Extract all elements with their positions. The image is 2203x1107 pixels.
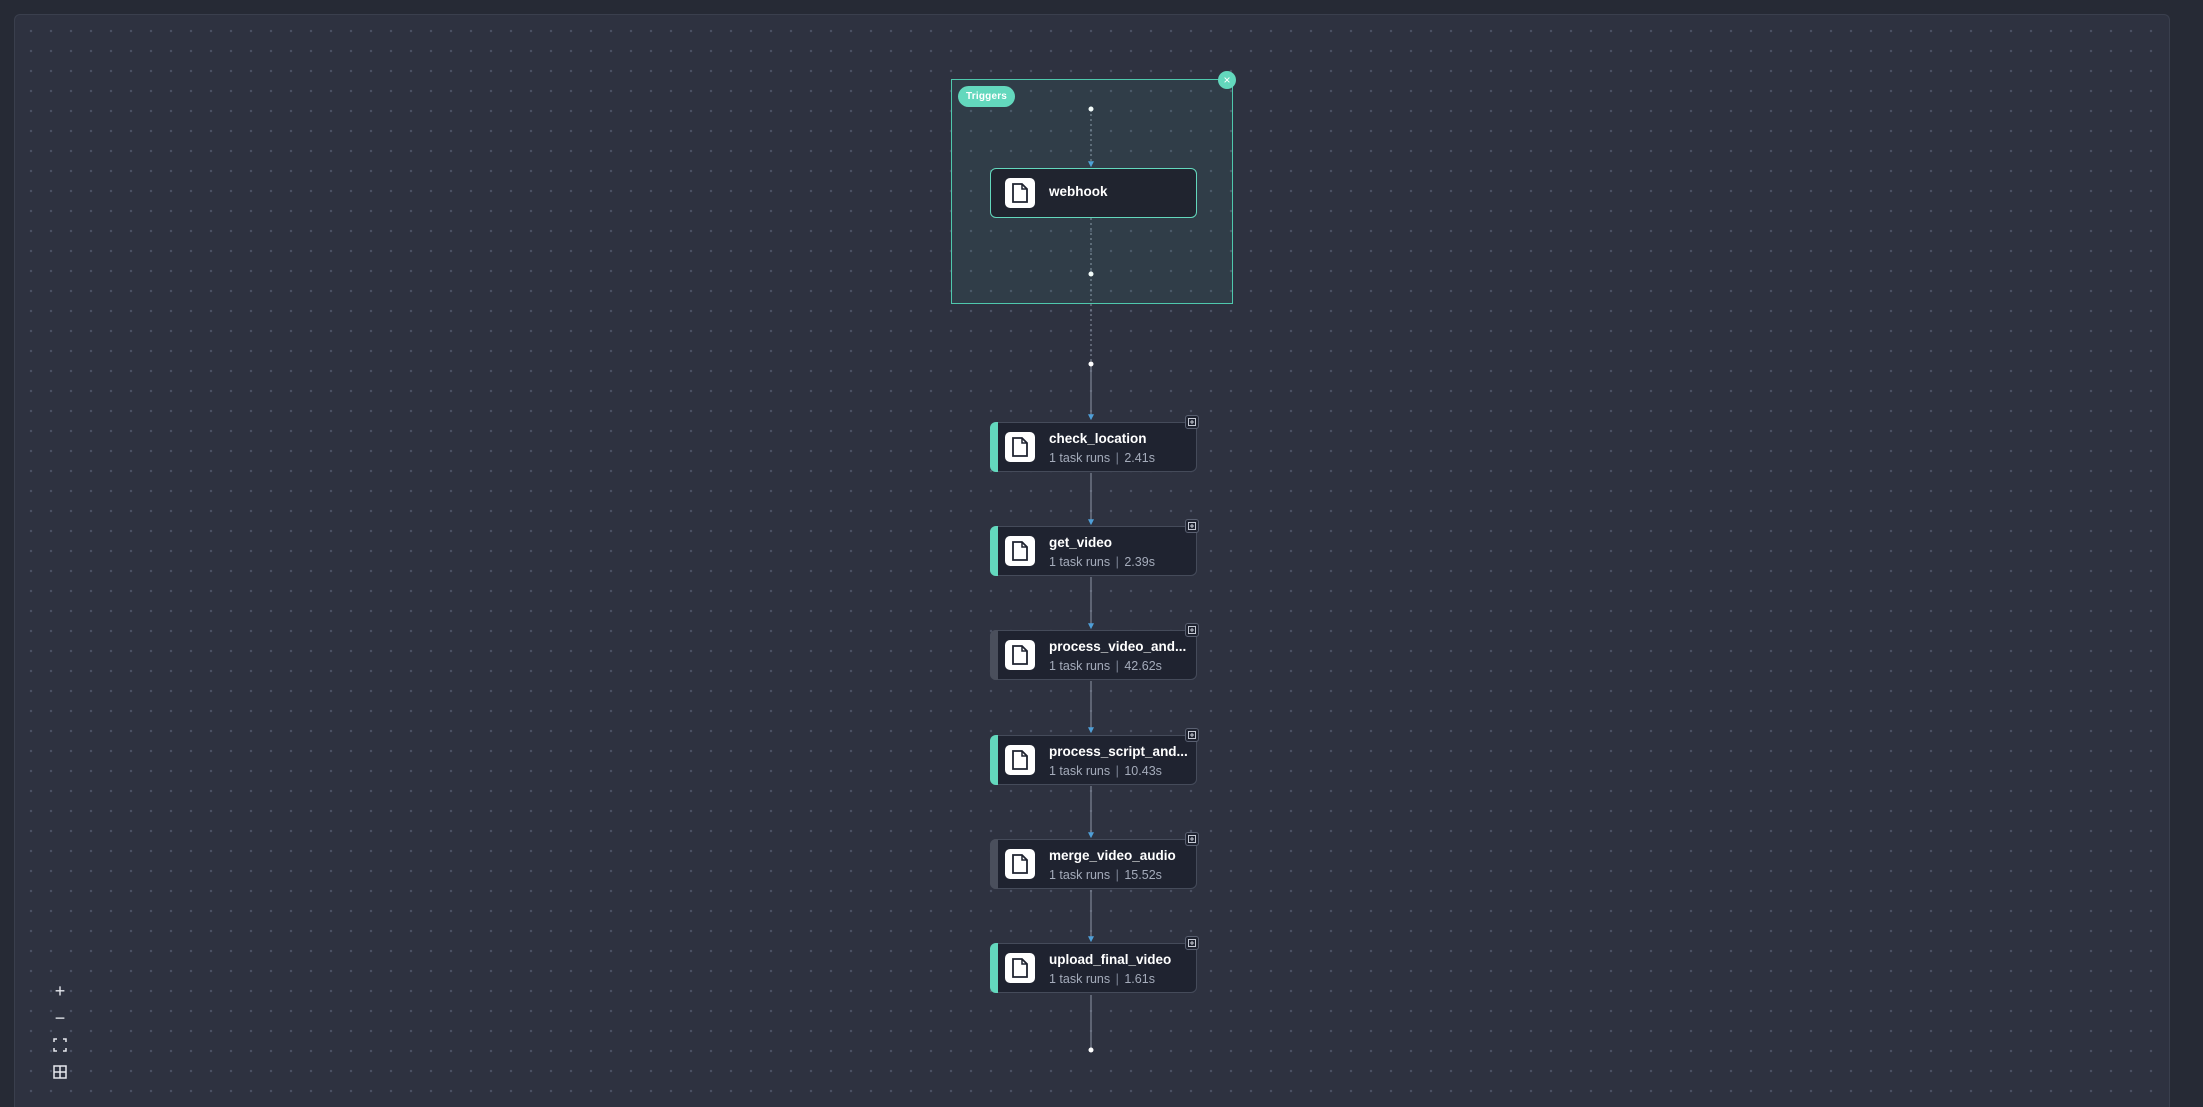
stats-separator: | (1115, 555, 1119, 569)
task-duration: 1.61s (1124, 972, 1155, 986)
canvas-controls: + − (46, 978, 74, 1086)
stats-separator: | (1115, 764, 1119, 778)
task-node[interactable]: check_location 1 task runs | 2.41s (990, 415, 1199, 472)
open-task-icon[interactable] (1185, 728, 1199, 742)
fit-view-icon (53, 1038, 67, 1052)
document-icon (1005, 640, 1035, 670)
task-duration: 15.52s (1124, 868, 1162, 882)
task-duration: 2.41s (1124, 451, 1155, 465)
task-stats: 1 task runs | 2.39s (1049, 555, 1155, 569)
document-icon (1005, 953, 1035, 983)
open-task-icon[interactable] (1185, 519, 1199, 533)
toggle-interactivity-button[interactable] (46, 1059, 74, 1085)
task-stats: 1 task runs | 42.62s (1049, 659, 1162, 673)
document-icon (1005, 536, 1035, 566)
stats-separator: | (1115, 972, 1119, 986)
task-node[interactable]: upload_final_video 1 task runs | 1.61s (990, 936, 1199, 993)
status-stripe (990, 735, 998, 785)
document-icon (1005, 745, 1035, 775)
task-duration: 10.43s (1124, 764, 1162, 778)
open-task-icon[interactable] (1185, 832, 1199, 846)
stats-separator: | (1115, 451, 1119, 465)
document-icon (1005, 849, 1035, 879)
status-stripe (990, 630, 998, 680)
task-duration: 2.39s (1124, 555, 1155, 569)
task-runs: 1 task runs (1049, 659, 1111, 673)
status-stripe (990, 526, 998, 576)
task-node[interactable]: merge_video_audio 1 task runs | 15.52s (990, 832, 1199, 889)
task-stats: 1 task runs | 15.52s (1049, 868, 1162, 882)
document-icon (1005, 432, 1035, 462)
task-name: merge_video_audio (1049, 848, 1176, 863)
status-stripe (990, 943, 998, 993)
webhook-label: webhook (1049, 184, 1108, 199)
task-name: process_video_and... (1049, 639, 1187, 654)
status-stripe (990, 839, 998, 889)
task-runs: 1 task runs (1049, 972, 1111, 986)
task-name: process_script_and... (1049, 744, 1188, 759)
task-node[interactable]: process_video_and... 1 task runs | 42.62s (990, 623, 1199, 680)
document-icon (1005, 178, 1035, 208)
open-task-icon[interactable] (1185, 936, 1199, 950)
plus-icon: + (54, 981, 66, 1001)
fit-view-button[interactable] (46, 1032, 74, 1058)
minus-icon: − (54, 1008, 66, 1028)
task-runs: 1 task runs (1049, 764, 1111, 778)
task-duration: 42.62s (1124, 659, 1162, 673)
task-stats: 1 task runs | 1.61s (1049, 972, 1155, 986)
open-task-icon[interactable] (1185, 623, 1199, 637)
grid-icon (53, 1065, 67, 1079)
task-name: upload_final_video (1049, 952, 1172, 967)
webhook-trigger-node[interactable]: webhook (990, 168, 1197, 218)
task-node[interactable]: get_video 1 task runs | 2.39s (990, 519, 1199, 576)
task-name: check_location (1049, 431, 1147, 446)
open-task-icon[interactable] (1185, 415, 1199, 429)
stats-separator: | (1115, 659, 1119, 673)
task-runs: 1 task runs (1049, 451, 1111, 465)
task-stats: 1 task runs | 10.43s (1049, 764, 1162, 778)
zoom-in-button[interactable]: + (46, 978, 74, 1004)
status-stripe (990, 422, 998, 472)
task-name: get_video (1049, 535, 1113, 550)
triggers-label: Triggers (958, 86, 1016, 107)
zoom-out-button[interactable]: − (46, 1005, 74, 1031)
task-runs: 1 task runs (1049, 555, 1111, 569)
task-node[interactable]: process_script_and... 1 task runs | 10.43… (990, 728, 1199, 785)
task-stats: 1 task runs | 2.41s (1049, 451, 1155, 465)
stats-separator: | (1115, 868, 1119, 882)
close-icon[interactable]: × (1218, 71, 1236, 89)
task-runs: 1 task runs (1049, 868, 1111, 882)
